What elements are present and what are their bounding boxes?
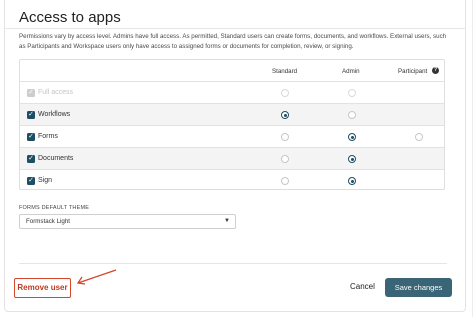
column-header-standard: Standard [272, 68, 298, 75]
forms-standard-radio[interactable] [281, 133, 289, 141]
theme-select-value: Formstack Light [26, 218, 71, 225]
full-access-standard-radio [281, 89, 289, 97]
sign-standard-radio[interactable] [281, 177, 289, 185]
row-label: Documents [38, 155, 74, 162]
column-header-admin: Admin [342, 68, 360, 75]
forms-checkbox[interactable]: ✓ [27, 133, 35, 141]
caret-down-icon: ▼ [224, 218, 230, 224]
remove-user-button[interactable]: Remove user [14, 278, 71, 298]
forms-admin-radio[interactable] [348, 133, 356, 141]
page-title: Access to apps [19, 9, 121, 26]
documents-standard-radio[interactable] [281, 155, 289, 163]
cancel-button[interactable]: Cancel [350, 282, 375, 291]
documents-checkbox[interactable]: ✓ [27, 155, 35, 163]
title-divider [4, 28, 466, 29]
table-row-forms[interactable]: ✓ Forms [20, 125, 444, 147]
table-row-full-access: ✓ Full access [20, 81, 444, 103]
arrow-icon [76, 269, 117, 285]
table-row-documents[interactable]: ✓ Documents [20, 147, 444, 169]
save-changes-button[interactable]: Save changes [385, 278, 452, 297]
window-edge [472, 0, 473, 317]
table-row-sign[interactable]: ✓ Sign [20, 169, 444, 189]
workflows-standard-radio[interactable] [281, 111, 289, 119]
forms-participant-radio[interactable] [415, 133, 423, 141]
full-access-checkbox: ✓ [27, 89, 35, 97]
table-row-workflows[interactable]: ✓ Workflows [20, 103, 444, 125]
theme-select[interactable]: Formstack Light ▼ [19, 214, 236, 229]
row-label: Full access [38, 89, 74, 96]
theme-label: FORMS DEFAULT THEME [19, 205, 90, 211]
workflows-checkbox[interactable]: ✓ [27, 111, 35, 119]
footer-divider [19, 263, 447, 264]
permissions-description: Permissions vary by access level. Admins… [19, 33, 447, 50]
row-label: Sign [38, 177, 53, 184]
question-circle-icon[interactable]: ? [432, 67, 439, 74]
full-access-admin-radio [348, 89, 356, 97]
workflows-admin-radio[interactable] [348, 111, 356, 119]
sign-checkbox[interactable]: ✓ [27, 177, 35, 185]
row-label: Forms [38, 133, 58, 140]
table-header-row: Standard Admin Participant [20, 60, 444, 82]
access-table: Standard Admin Participant ✓ Full access… [19, 59, 445, 190]
row-label: Workflows [38, 111, 71, 118]
sign-admin-radio[interactable] [348, 177, 356, 185]
column-header-participant: Participant [398, 68, 428, 75]
documents-admin-radio[interactable] [348, 155, 356, 163]
